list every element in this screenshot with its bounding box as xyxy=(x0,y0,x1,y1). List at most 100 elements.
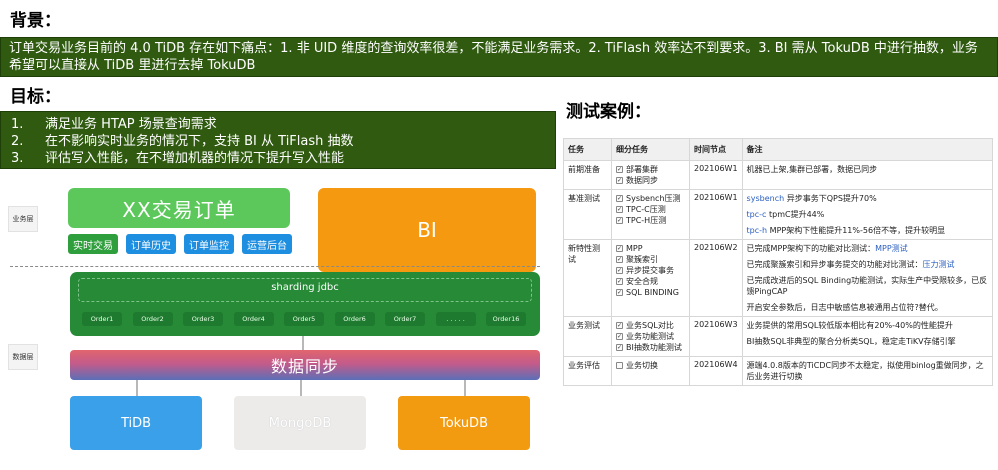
note-paragraph: 已完成聚簇索引和异步事务提交的功能对比测试：压力测试 xyxy=(747,259,988,270)
subtask-item: ✓ SQL BINDING xyxy=(616,287,685,298)
connector-line xyxy=(300,380,302,396)
note-text: BI抽数SQL非典型的聚合分析类SQL，稳定走TiKV存储引擎 xyxy=(746,337,956,346)
goal-text: 评估写入性能，在不增加机器的情况下提升写入性能 xyxy=(45,151,345,166)
notes-cell: 已完成MPP架构下的功能对比测试：MPP测试 已完成聚簇索引和异步事务提交的功能对… xyxy=(741,239,994,317)
order-shard-chip: Order5 xyxy=(284,312,324,326)
note-text: 已完成改进后的SQL Binding功能测试，实际生产中受限较多，已反馈Ping… xyxy=(746,276,988,296)
business-layer-label: 业务层 xyxy=(8,206,38,232)
table-row: 基准测试 ✓ Sysbench压测 ✓ TPC-C压测 ✓ TPC-H压测 202106W1 s… xyxy=(563,189,994,240)
data-layer-label: 数据层 xyxy=(8,344,38,370)
checkbox-icon: ✓ xyxy=(616,206,623,213)
background-heading: 背景： xyxy=(10,11,61,31)
subtask-label: Sysbench压测 xyxy=(626,194,681,203)
background-text-box: 订单交易业务目前的 4.0 TiDB 存在如下痛点：1. 非 UID 维度的查询… xyxy=(0,37,998,77)
note-link[interactable]: sysbench xyxy=(747,194,785,203)
goal-number: 1. xyxy=(11,117,24,132)
task-cell: 新特性测试 xyxy=(563,239,612,317)
order-shard-chip: Order1 xyxy=(82,312,122,326)
goals-heading: 目标： xyxy=(10,87,61,107)
test-case-table-wrapper: 任务 细分任务 时间节点 备注 前期准备 ✓ 部署集群 ✓ 数据同步 202106W1 机器… xyxy=(563,138,995,468)
goal-text: 在不影响实时业务的情况下，支持 BI 从 TiFlash 抽数 xyxy=(45,134,354,149)
subtask-cell: 业务切换 xyxy=(611,356,690,386)
notes-cell: sysbench 异步事务下QPS提升70% tpc-c tpmC提升44% tpc… xyxy=(741,189,994,240)
date-cell: 202106W3 xyxy=(689,316,743,357)
notes-cell: 源端4.0.8版本的TiCDC同步不太稳定，拟使用binlog重做同步，之后业务… xyxy=(741,356,994,386)
subtask-label: 部署集群 xyxy=(626,165,658,174)
tokudb-box: TokuDB xyxy=(398,396,530,450)
note-paragraph: 开启安全参数后，日志中敏感信息被通用占位符?替代。 xyxy=(747,302,988,313)
subtask-label: TPC-C压测 xyxy=(626,205,666,214)
subtask-label: 安全合规 xyxy=(626,277,658,286)
note-text: tpmC提升44% xyxy=(766,210,825,219)
subtask-item: ✓ TPC-H压测 xyxy=(616,215,685,226)
subtask-label: 异步提交事务 xyxy=(626,266,674,275)
subtask-label: 聚簇索引 xyxy=(626,255,658,264)
subtask-item: ✓ 异步提交事务 xyxy=(616,265,685,276)
table-row: 前期准备 ✓ 部署集群 ✓ 数据同步 202106W1 机器已上架,集群已部署，数据已同步 xyxy=(563,160,994,190)
goal-item: 3. 评估写入性能，在不增加机器的情况下提升写入性能 xyxy=(11,150,545,167)
note-link[interactable]: MPP测试 xyxy=(875,244,908,253)
mongodb-box: MongoDB xyxy=(234,396,366,450)
subtask-label: SQL BINDING xyxy=(626,288,679,297)
note-link[interactable]: tpc-h xyxy=(747,226,768,235)
subtask-item: ✓ TPC-C压测 xyxy=(616,204,685,215)
subtask-item: 业务切换 xyxy=(616,360,685,371)
order-shard-chip: Order16 xyxy=(486,312,526,326)
table-row: 业务测试 ✓ 业务SQL对比 ✓ 业务功能测试 ✓ BI抽数功能测试 202106W3 业务提供… xyxy=(563,316,994,357)
subtask-label: 业务切换 xyxy=(626,361,658,370)
goal-item: 1. 满足业务 HTAP 场景查询需求 xyxy=(11,116,545,133)
header-task: 任务 xyxy=(563,138,612,161)
subtask-item: ✓ Sysbench压测 xyxy=(616,193,685,204)
task-cell: 业务测试 xyxy=(563,316,612,357)
subtask-label: 业务功能测试 xyxy=(626,332,674,341)
background-text: 订单交易业务目前的 4.0 TiDB 存在如下痛点：1. 非 UID 维度的查询… xyxy=(9,41,978,73)
tidb-box: TiDB xyxy=(70,396,202,450)
subtask-cell: ✓ Sysbench压测 ✓ TPC-C压测 ✓ TPC-H压测 xyxy=(611,189,690,240)
date-cell: 202106W4 xyxy=(689,356,743,386)
note-link[interactable]: 压力测试 xyxy=(923,260,955,269)
checkbox-icon: ✓ xyxy=(616,278,623,285)
checkbox-icon: ✓ xyxy=(616,333,623,340)
subtask-cell: ✓ 业务SQL对比 ✓ 业务功能测试 ✓ BI抽数功能测试 xyxy=(611,316,690,357)
checkbox-icon: ✓ xyxy=(616,256,623,263)
header-subtask: 细分任务 xyxy=(611,138,690,161)
subtask-label: TPC-H压测 xyxy=(626,216,667,225)
note-paragraph: tpc-h MPP架构下性能提升11%-56倍不等，提升较明显 xyxy=(747,225,988,236)
goal-number: 3. xyxy=(11,151,24,166)
table-header-row: 任务 细分任务 时间节点 备注 xyxy=(563,138,994,161)
order-shard-chip: . . . . . xyxy=(435,312,476,326)
subtask-item: ✓ 业务功能测试 xyxy=(616,331,685,342)
subtask-item: ✓ MPP xyxy=(616,243,685,254)
note-paragraph: tpc-c tpmC提升44% xyxy=(747,209,988,220)
table-row: 新特性测试 ✓ MPP ✓ 聚簇索引 ✓ 异步提交事务 ✓ 安全合规 ✓ SQL BINDING 20… xyxy=(563,239,994,317)
subtask-item: ✓ 业务SQL对比 xyxy=(616,320,685,331)
connector-line xyxy=(302,336,304,350)
task-cell: 基准测试 xyxy=(563,189,612,240)
note-text: 源端4.0.8版本的TiCDC同步不太稳定，拟使用binlog重做同步，之后业务… xyxy=(746,361,984,381)
subtask-label: BI抽数功能测试 xyxy=(626,343,682,352)
date-cell: 202106W1 xyxy=(689,160,743,190)
note-paragraph: 机器已上架,集群已部署，数据已同步 xyxy=(747,164,988,175)
order-shard-chip: Order2 xyxy=(132,312,173,326)
business-module-button: 订单监控 xyxy=(184,234,234,254)
note-text: 业务提供的常用SQL较低版本相比有20%-40%的性能提升 xyxy=(746,321,953,330)
layer-divider xyxy=(10,266,540,267)
business-module-button: 订单历史 xyxy=(126,234,176,254)
business-module-button: 实时交易 xyxy=(68,234,118,254)
checkbox-icon: ✓ xyxy=(616,177,623,184)
checkbox-icon: ✓ xyxy=(616,289,623,296)
connector-line xyxy=(464,380,466,396)
connector-line xyxy=(136,380,138,396)
note-text: MPP架构下性能提升11%-56倍不等，提升较明显 xyxy=(767,226,946,235)
checkbox-icon: ✓ xyxy=(616,322,623,329)
checkbox-icon: ✓ xyxy=(616,267,623,274)
checkbox-icon: ✓ xyxy=(616,166,623,173)
note-paragraph: 业务提供的常用SQL较低版本相比有20%-40%的性能提升 xyxy=(747,320,988,331)
header-date: 时间节点 xyxy=(689,138,743,161)
architecture-diagram: 业务层 数据层 XX交易订单 BI 实时交易 订单历史 订单监控 运营后台 shard… xyxy=(0,176,556,470)
data-sync-bar: 数据同步 xyxy=(70,350,540,380)
note-link[interactable]: tpc-c xyxy=(747,210,767,219)
order-shard-chip: Order7 xyxy=(385,312,425,326)
subtask-cell: ✓ 部署集群 ✓ 数据同步 xyxy=(611,160,690,190)
note-text: 机器已上架,集群已部署，数据已同步 xyxy=(746,165,878,174)
